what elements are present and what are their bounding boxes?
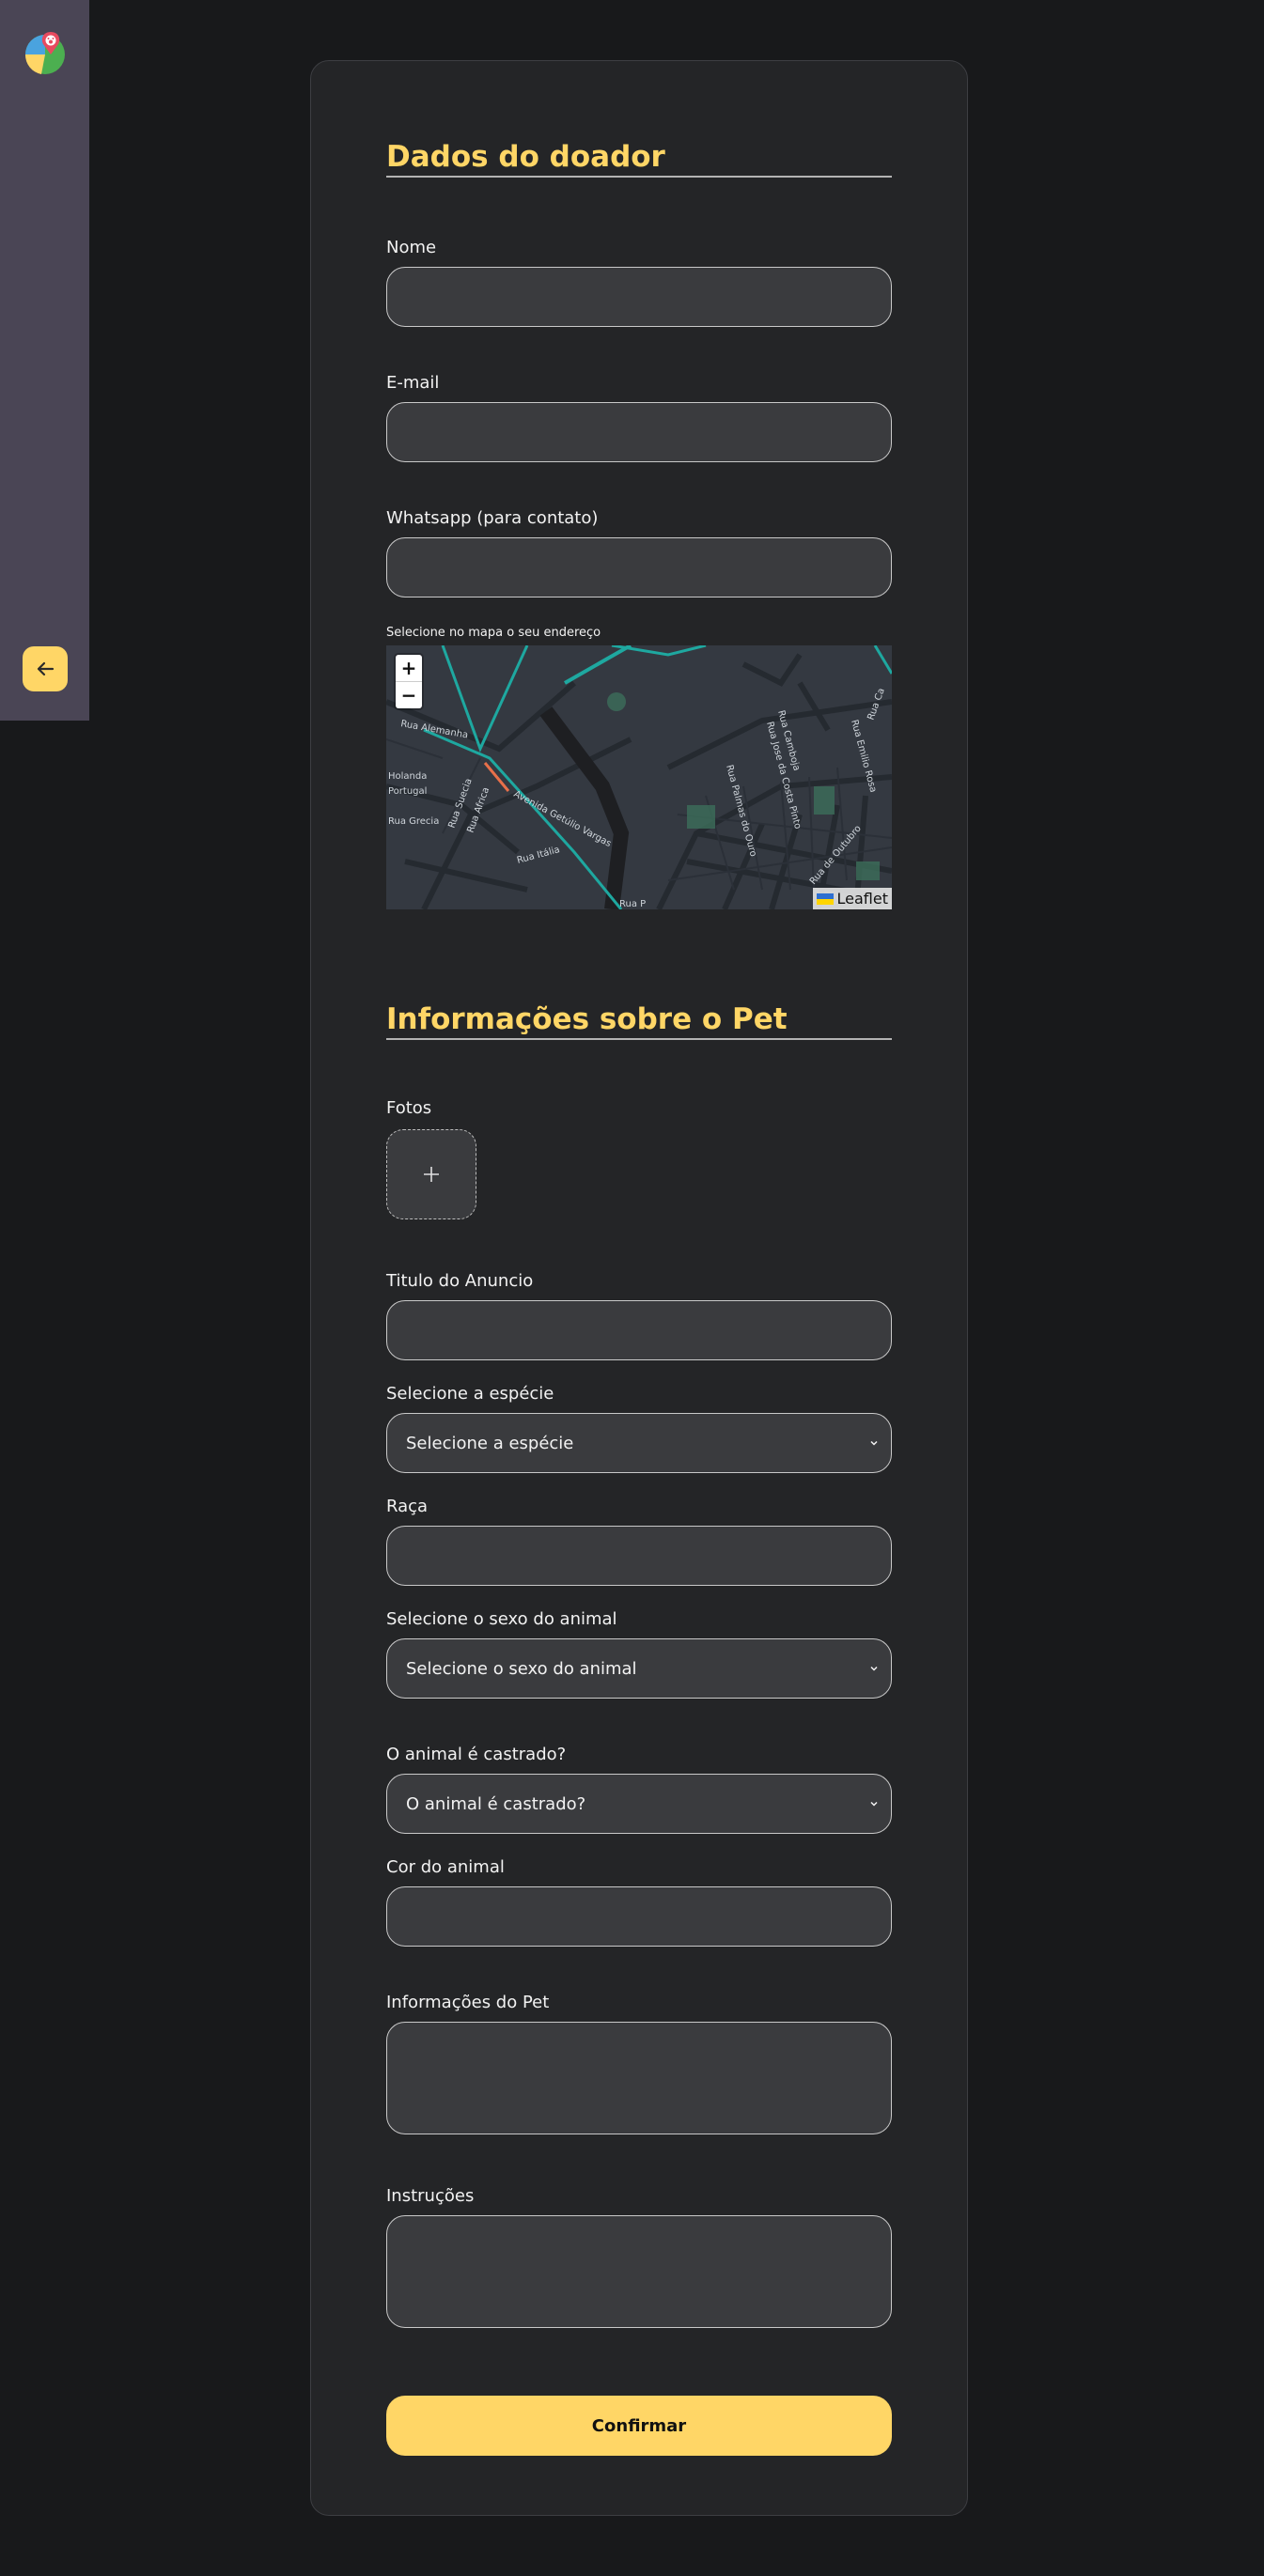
ad-title-label: Titulo do Anuncio <box>386 1271 534 1291</box>
name-input[interactable] <box>386 267 892 327</box>
sex-select[interactable]: Selecione o sexo do animal <box>386 1638 892 1699</box>
neutered-select-value: O animal é castrado? <box>406 1793 586 1814</box>
plus-icon <box>424 1167 439 1182</box>
breed-label: Raça <box>386 1497 429 1516</box>
instructions-textarea[interactable] <box>386 2215 892 2328</box>
ad-title-input[interactable] <box>386 1300 892 1360</box>
add-photo-button[interactable] <box>386 1129 476 1219</box>
neutered-label: O animal é castrado? <box>386 1745 567 1764</box>
donor-section-title: Dados do doador <box>386 140 892 178</box>
instructions-label: Instruções <box>386 2186 475 2206</box>
ukraine-flag-icon <box>816 892 834 905</box>
form-card: Dados do doador Nome E-mail Whatsapp (pa… <box>310 60 968 2516</box>
map-street-label: Rua P <box>619 899 646 909</box>
pet-info-label: Informações do Pet <box>386 1993 550 2012</box>
address-map[interactable]: Rua Alemanha Holanda Portugal Rua Grecia… <box>386 645 892 909</box>
chevron-down-icon <box>870 1666 878 1671</box>
back-button[interactable] <box>23 646 68 691</box>
pet-info-textarea[interactable] <box>386 2022 892 2134</box>
leaflet-link[interactable]: Leaflet <box>837 890 888 908</box>
color-input[interactable] <box>386 1886 892 1947</box>
pet-map-logo-icon[interactable] <box>23 30 68 75</box>
sex-select-value: Selecione o sexo do animal <box>406 1658 637 1679</box>
breed-input[interactable] <box>386 1526 892 1586</box>
color-label: Cor do animal <box>386 1857 505 1877</box>
map-label: Selecione no mapa o seu endereço <box>386 626 601 640</box>
species-label: Selecione a espécie <box>386 1384 554 1404</box>
name-label: Nome <box>386 238 437 257</box>
email-input[interactable] <box>386 402 892 462</box>
whatsapp-input[interactable] <box>386 537 892 597</box>
species-select-value: Selecione a espécie <box>406 1433 574 1453</box>
species-select[interactable]: Selecione a espécie <box>386 1413 892 1473</box>
photos-label: Fotos <box>386 1098 432 1118</box>
map-tiles: Rua Alemanha Holanda Portugal Rua Grecia… <box>386 645 892 909</box>
whatsapp-label: Whatsapp (para contato) <box>386 508 599 528</box>
map-zoom-control: + − <box>396 655 422 708</box>
map-street-label: Holanda <box>388 771 427 782</box>
zoom-out-button[interactable]: − <box>396 681 422 708</box>
map-street-label: Portugal <box>388 786 427 797</box>
chevron-down-icon <box>870 1801 878 1807</box>
email-label: E-mail <box>386 373 440 393</box>
neutered-select[interactable]: O animal é castrado? <box>386 1774 892 1834</box>
map-street-label: Rua Grecia <box>388 816 439 827</box>
chevron-down-icon <box>870 1440 878 1446</box>
pet-section-title: Informações sobre o Pet <box>386 1002 892 1040</box>
zoom-in-button[interactable]: + <box>396 655 422 681</box>
confirm-button[interactable]: Confirmar <box>386 2396 892 2456</box>
sex-label: Selecione o sexo do animal <box>386 1609 617 1629</box>
sidebar <box>0 0 89 721</box>
arrow-left-icon <box>37 661 55 676</box>
map-attribution[interactable]: Leaflet <box>812 888 892 909</box>
